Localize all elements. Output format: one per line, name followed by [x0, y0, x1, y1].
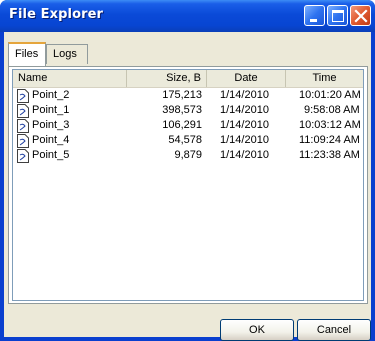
document-icon: [17, 119, 29, 133]
table-row[interactable]: Point_4 54,578 1/14/2010 11:09:24 AM: [13, 133, 363, 149]
document-icon: [17, 104, 29, 118]
column-header-size-label: Size, B: [166, 72, 201, 84]
file-name: Point_2: [32, 89, 70, 101]
window-title: File Explorer: [9, 7, 104, 22]
file-date: 1/14/2010: [220, 104, 269, 116]
files-tab-panel: Name Size, B Date Time Point_2 175,213 1…: [8, 66, 368, 304]
tab-logs[interactable]: Logs: [46, 44, 88, 64]
table-row[interactable]: Point_1 398,573 1/14/2010 9:58:08 AM: [13, 103, 363, 119]
tab-files[interactable]: Files: [8, 42, 46, 66]
column-header-time[interactable]: Time: [286, 70, 363, 87]
column-header-row: Name Size, B Date Time: [13, 70, 363, 88]
cancel-button[interactable]: Cancel: [297, 319, 371, 341]
file-time: 9:58:08 AM: [304, 104, 360, 116]
file-size: 175,213: [162, 89, 202, 101]
dialog-body: Files Logs Name Size, B Date Time Point_…: [4, 32, 371, 341]
file-size: 106,291: [162, 119, 202, 131]
minimize-icon: [310, 19, 317, 22]
document-icon: [17, 149, 29, 163]
document-icon: [17, 89, 29, 103]
maximize-icon: [332, 10, 344, 22]
column-header-name-label: Name: [18, 72, 48, 84]
file-name: Point_5: [32, 149, 70, 161]
file-time: 11:23:38 AM: [299, 149, 360, 161]
title-bar[interactable]: File Explorer: [0, 0, 375, 32]
minimize-button[interactable]: [304, 5, 325, 26]
file-time: 10:03:12 AM: [299, 119, 361, 131]
document-icon: [17, 134, 29, 148]
file-size: 9,879: [174, 149, 202, 161]
file-size: 398,573: [162, 104, 202, 116]
file-date: 1/14/2010: [220, 149, 269, 161]
table-row[interactable]: Point_3 106,291 1/14/2010 10:03:12 AM: [13, 118, 363, 134]
table-row[interactable]: Point_2 175,213 1/14/2010 10:01:20 AM: [13, 88, 363, 104]
file-size: 54,578: [168, 134, 202, 146]
column-header-name[interactable]: Name: [13, 70, 127, 87]
file-name: Point_4: [32, 134, 70, 146]
file-name: Point_3: [32, 119, 70, 131]
file-date: 1/14/2010: [220, 89, 269, 101]
file-time: 11:09:24 AM: [299, 134, 360, 146]
column-header-date[interactable]: Date: [207, 70, 286, 87]
file-name: Point_1: [32, 104, 70, 116]
tab-files-label: Files: [15, 48, 39, 60]
column-header-size[interactable]: Size, B: [127, 70, 207, 87]
ok-button[interactable]: OK: [220, 319, 294, 341]
file-time: 10:01:20 AM: [299, 89, 361, 101]
tab-logs-label: Logs: [53, 48, 77, 60]
table-row[interactable]: Point_5 9,879 1/14/2010 11:23:38 AM: [13, 148, 363, 164]
file-date: 1/14/2010: [220, 119, 269, 131]
file-date: 1/14/2010: [220, 134, 269, 146]
file-explorer-window: File Explorer Files Logs Name Size, B Da…: [0, 0, 375, 341]
close-icon: [354, 9, 368, 23]
column-header-date-label: Date: [234, 72, 258, 84]
close-button[interactable]: [350, 5, 371, 26]
column-header-time-label: Time: [312, 72, 337, 84]
file-list[interactable]: Name Size, B Date Time Point_2 175,213 1…: [12, 69, 364, 301]
maximize-button[interactable]: [327, 5, 348, 26]
